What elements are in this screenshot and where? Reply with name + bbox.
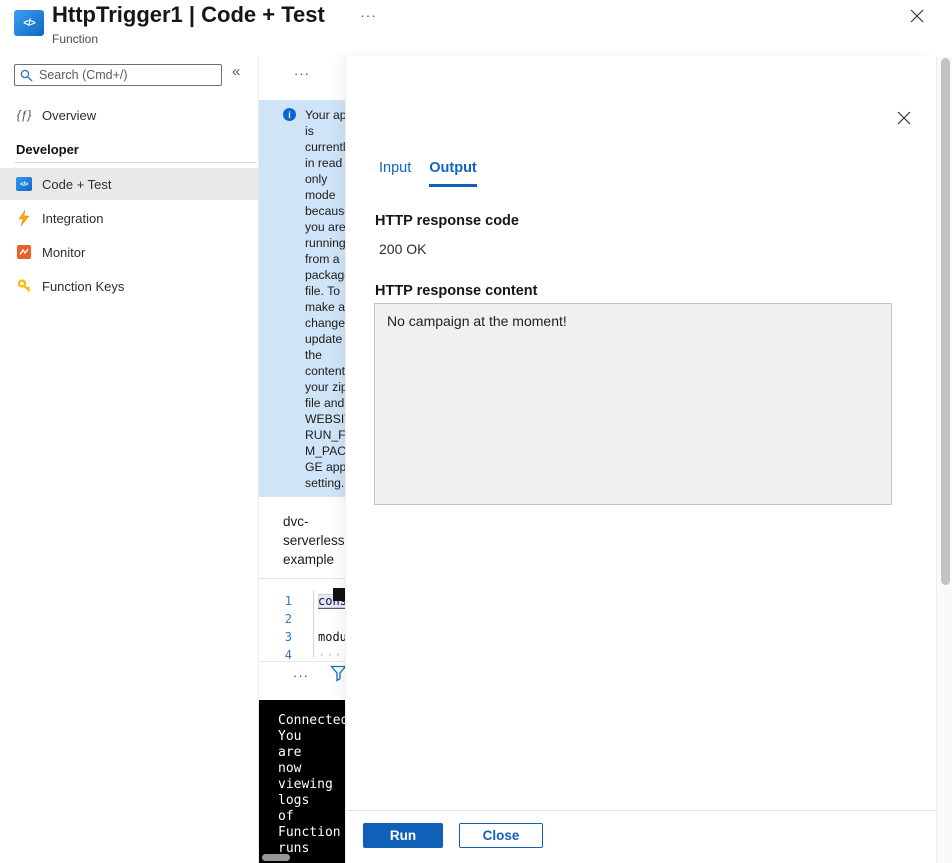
test-panel: Input Output HTTP response code 200 OK H…	[345, 56, 937, 863]
search-icon	[20, 69, 33, 87]
panel-tabs: Input Output	[379, 160, 495, 187]
blade-close-icon[interactable]	[908, 7, 926, 25]
line-number: 4	[284, 648, 292, 660]
response-content-label: HTTP response content	[375, 283, 538, 299]
editor-more-icon[interactable]: ···	[294, 66, 310, 81]
footer-divider	[346, 810, 937, 811]
page-title: HttpTrigger1 | Code + Test	[52, 2, 325, 27]
sidebar-item-integration[interactable]: Integration	[0, 202, 259, 234]
line-number: 3	[284, 630, 292, 644]
response-content-box[interactable]: No campaign at the moment!	[374, 303, 892, 505]
logs-more-icon[interactable]: ···	[293, 668, 309, 683]
sidebar-item-code-test[interactable]: </> Code + Test	[0, 168, 259, 200]
search-input[interactable]	[39, 65, 219, 85]
sidebar-item-monitor[interactable]: Monitor	[0, 236, 259, 268]
sidebar-item-label: Integration	[42, 210, 104, 226]
function-code-icon: </>	[14, 10, 44, 36]
response-code-value: 200 OK	[379, 241, 427, 257]
sidebar-group-label: Developer	[16, 142, 79, 157]
search-box	[14, 64, 222, 86]
tab-input[interactable]: Input	[379, 160, 411, 187]
indent-guide	[313, 590, 314, 658]
info-icon: i	[283, 108, 296, 121]
sidebar: « {ƒ} Overview Developer </> Code + Test…	[0, 56, 259, 863]
response-code-label: HTTP response code	[375, 213, 519, 229]
line-number: 2	[284, 612, 292, 626]
page-subtitle: Function	[52, 32, 99, 46]
app-name-label: dvc-serverless example	[283, 514, 345, 567]
sidebar-item-overview[interactable]: {ƒ} Overview	[0, 100, 259, 130]
editor-marker	[333, 588, 345, 601]
run-button[interactable]: Run	[363, 823, 443, 848]
console-horizontal-scrollbar[interactable]	[262, 854, 290, 861]
collapse-sidebar-button[interactable]: «	[232, 63, 240, 80]
monitor-icon	[16, 244, 32, 260]
overview-icon: {ƒ}	[16, 108, 32, 122]
panel-close-icon[interactable]	[896, 110, 912, 126]
lightning-icon	[16, 210, 32, 226]
page-scrollbar-track[interactable]	[936, 57, 952, 863]
key-icon	[16, 278, 32, 294]
group-divider	[14, 162, 257, 163]
sidebar-item-label: Function Keys	[42, 278, 125, 294]
title-more-icon[interactable]: ···	[360, 7, 377, 23]
sidebar-item-function-keys[interactable]: Function Keys	[0, 270, 259, 302]
page-scrollbar-thumb[interactable]	[941, 58, 950, 585]
line-number: 1	[284, 594, 292, 608]
tab-output[interactable]: Output	[429, 160, 477, 187]
sidebar-item-label: Code + Test	[42, 176, 112, 192]
sidebar-item-label: Overview	[42, 107, 97, 123]
function-blade: </> HttpTrigger1 | Code + Test ··· Funct…	[0, 0, 952, 863]
code-test-icon: </>	[16, 176, 32, 192]
close-button[interactable]: Close	[459, 823, 543, 848]
code-text: ···	[318, 648, 343, 660]
sidebar-item-label: Monitor	[42, 244, 86, 260]
